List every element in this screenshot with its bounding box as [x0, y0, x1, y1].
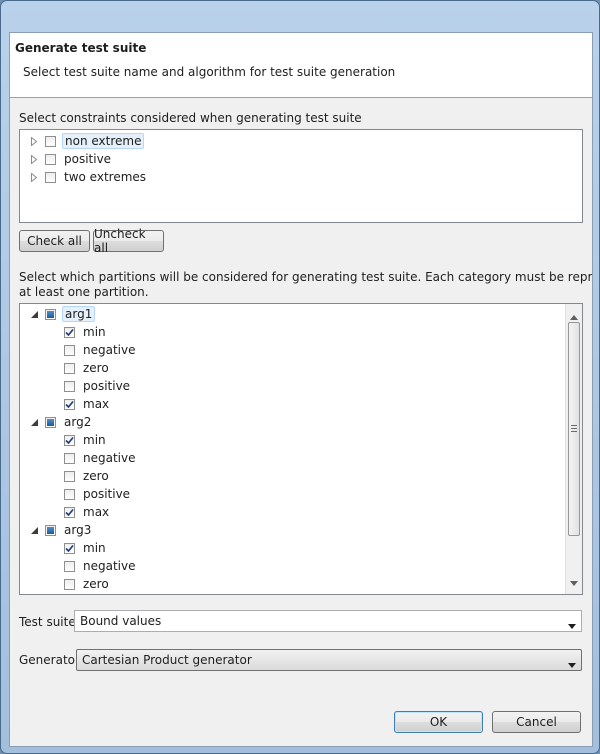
checkbox[interactable] — [64, 344, 75, 356]
partition-label: zero — [83, 469, 109, 483]
checkbox[interactable] — [45, 153, 56, 165]
partition-item[interactable]: negative — [64, 341, 137, 359]
checkbox[interactable] — [64, 380, 75, 392]
partition-item[interactable]: positive — [64, 377, 132, 395]
dialog-window: Generate test suite Select test suite na… — [0, 0, 600, 754]
partition-label: negative — [83, 343, 136, 357]
checked-checkbox[interactable] — [64, 398, 75, 410]
partition-label: positive — [83, 487, 131, 501]
checkbox[interactable] — [45, 135, 56, 147]
constraint-item-label: positive — [64, 152, 112, 166]
partition-label: zero — [83, 361, 109, 375]
dialog-client-area: Generate test suite Select test suite na… — [9, 32, 593, 747]
test-suite-combo[interactable]: Bound values — [74, 610, 582, 632]
constraint-item[interactable]: non extreme — [28, 132, 145, 150]
chevron-down-icon — [568, 657, 576, 671]
partitions-label-line2: at least one partition. — [19, 285, 149, 299]
partition-label: positive — [83, 379, 131, 393]
generator-label: Generator — [19, 653, 80, 667]
checkbox[interactable] — [64, 452, 75, 464]
collapsed-arrow-icon[interactable] — [28, 171, 40, 183]
partial-checkbox[interactable] — [45, 524, 56, 536]
partitions-tree[interactable]: arg1 min negative zero positive max arg2 min neg… — [19, 303, 583, 595]
checkbox[interactable] — [64, 362, 75, 374]
partition-label: min — [83, 541, 106, 555]
constraints-tree[interactable]: non extreme positive two extremes — [19, 129, 583, 223]
partial-checkbox[interactable] — [45, 308, 56, 320]
generator-combo[interactable]: Cartesian Product generator — [76, 649, 582, 671]
test-suite-value: Bound values — [80, 614, 162, 628]
checkbox[interactable] — [64, 560, 75, 572]
check-all-button[interactable]: Check all — [19, 230, 90, 252]
checked-checkbox[interactable] — [64, 506, 75, 518]
partial-checkbox[interactable] — [45, 416, 56, 428]
checked-checkbox[interactable] — [64, 434, 75, 446]
category-node[interactable]: arg1 — [28, 305, 96, 323]
category-label: arg3 — [64, 523, 92, 537]
checkbox[interactable] — [64, 470, 75, 482]
constraint-item-label: non extreme — [62, 133, 145, 149]
expanded-arrow-icon[interactable] — [28, 524, 40, 536]
checked-checkbox[interactable] — [64, 326, 75, 338]
expanded-arrow-icon[interactable] — [28, 416, 40, 428]
scroll-down-arrow-icon[interactable] — [570, 575, 578, 589]
uncheck-all-button[interactable]: Uncheck all — [93, 227, 164, 255]
partition-item[interactable]: zero — [64, 467, 111, 485]
checked-checkbox[interactable] — [64, 542, 75, 554]
test-suite-label: Test suite — [19, 615, 76, 629]
chevron-down-icon — [568, 618, 576, 632]
dialog-subtitle: Select test suite name and algorithm for… — [23, 65, 396, 79]
partition-label: min — [83, 325, 106, 339]
collapsed-arrow-icon[interactable] — [28, 135, 40, 147]
category-node[interactable]: arg2 — [28, 413, 93, 431]
scrollbar-thumb[interactable] — [568, 322, 580, 536]
partition-label: negative — [83, 559, 136, 573]
dialog-title: Generate test suite — [15, 41, 147, 55]
collapsed-arrow-icon[interactable] — [28, 153, 40, 165]
partition-item[interactable]: max — [64, 503, 111, 521]
constraint-item-label: two extremes — [64, 170, 147, 184]
checkbox[interactable] — [64, 488, 75, 500]
partition-label: max — [83, 397, 110, 411]
partition-item[interactable]: min — [64, 323, 108, 341]
dialog-header: Generate test suite Select test suite na… — [10, 33, 592, 98]
partition-item[interactable]: min — [64, 539, 108, 557]
category-node[interactable]: arg3 — [28, 521, 93, 539]
partitions-label-line1: Select which partitions will be consider… — [19, 270, 593, 284]
cancel-button[interactable]: Cancel — [492, 711, 581, 733]
partition-label: min — [83, 433, 106, 447]
partition-item[interactable]: negative — [64, 557, 137, 575]
category-label: arg1 — [62, 306, 96, 322]
partition-item[interactable]: max — [64, 395, 111, 413]
checkbox[interactable] — [64, 578, 75, 590]
scroll-up-arrow-icon[interactable] — [570, 309, 578, 323]
checkbox[interactable] — [45, 171, 56, 183]
category-label: arg2 — [64, 415, 92, 429]
partition-label: max — [83, 505, 110, 519]
partition-item[interactable]: min — [64, 431, 108, 449]
partition-item[interactable]: negative — [64, 449, 137, 467]
constraint-item[interactable]: positive — [28, 150, 113, 168]
partitions-scrollbar[interactable] — [565, 304, 582, 594]
constraints-label: Select constraints considered when gener… — [19, 111, 362, 125]
partition-label: zero — [83, 577, 109, 591]
constraint-item[interactable]: two extremes — [28, 168, 148, 186]
ok-button[interactable]: OK — [394, 711, 483, 733]
generator-value: Cartesian Product generator — [82, 653, 252, 667]
partition-item[interactable]: positive — [64, 485, 132, 503]
expanded-arrow-icon[interactable] — [28, 308, 40, 320]
partition-item[interactable]: zero — [64, 575, 111, 593]
partition-item[interactable]: zero — [64, 359, 111, 377]
partition-label: negative — [83, 451, 136, 465]
